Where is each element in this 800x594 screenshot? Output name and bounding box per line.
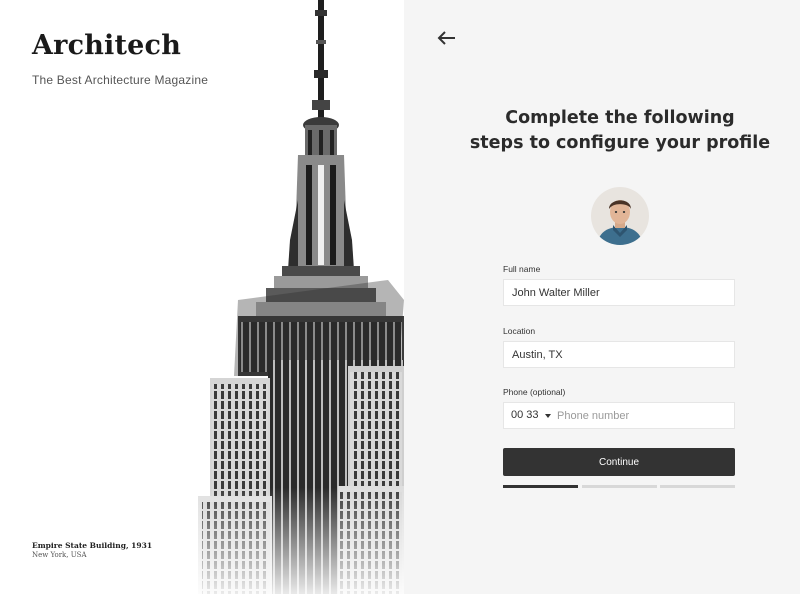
progress-step-1 bbox=[503, 485, 578, 488]
right-panel: Complete the following steps to configur… bbox=[404, 0, 800, 594]
phone-label: Phone (optional) bbox=[503, 387, 566, 397]
user-photo bbox=[591, 187, 649, 245]
full-name-label: Full name bbox=[503, 264, 541, 274]
continue-button[interactable]: Continue bbox=[503, 448, 735, 476]
photo-caption-location: New York, USA bbox=[32, 551, 87, 559]
arrow-left-icon bbox=[437, 31, 455, 45]
caret-down-icon[interactable] bbox=[545, 414, 551, 418]
building-illustration bbox=[198, 0, 404, 594]
full-name-input[interactable] bbox=[504, 280, 734, 305]
page-title-line-1: Complete the following bbox=[505, 108, 735, 128]
avatar[interactable] bbox=[591, 187, 649, 245]
page-title: Complete the following steps to configur… bbox=[404, 106, 800, 156]
brand-title: Architech bbox=[32, 30, 182, 61]
page-title-line-2: steps to configure your profile bbox=[469, 133, 771, 153]
brand-tagline: The Best Architecture Magazine bbox=[32, 73, 209, 87]
location-input[interactable] bbox=[504, 342, 734, 367]
progress-step-3 bbox=[660, 485, 735, 488]
photo-caption-title: Empire State Building, 1931 bbox=[32, 541, 153, 550]
country-code-select[interactable]: 00 33 bbox=[511, 403, 539, 428]
phone-input[interactable] bbox=[554, 403, 734, 428]
progress-step-2 bbox=[581, 485, 657, 488]
left-panel: Architech The Best Architecture Magazine bbox=[0, 0, 404, 594]
location-field-box bbox=[503, 341, 735, 368]
full-name-field-box bbox=[503, 279, 735, 306]
back-button[interactable] bbox=[434, 26, 458, 50]
location-label: Location bbox=[503, 326, 536, 336]
phone-field-box: 00 33 bbox=[503, 402, 735, 429]
